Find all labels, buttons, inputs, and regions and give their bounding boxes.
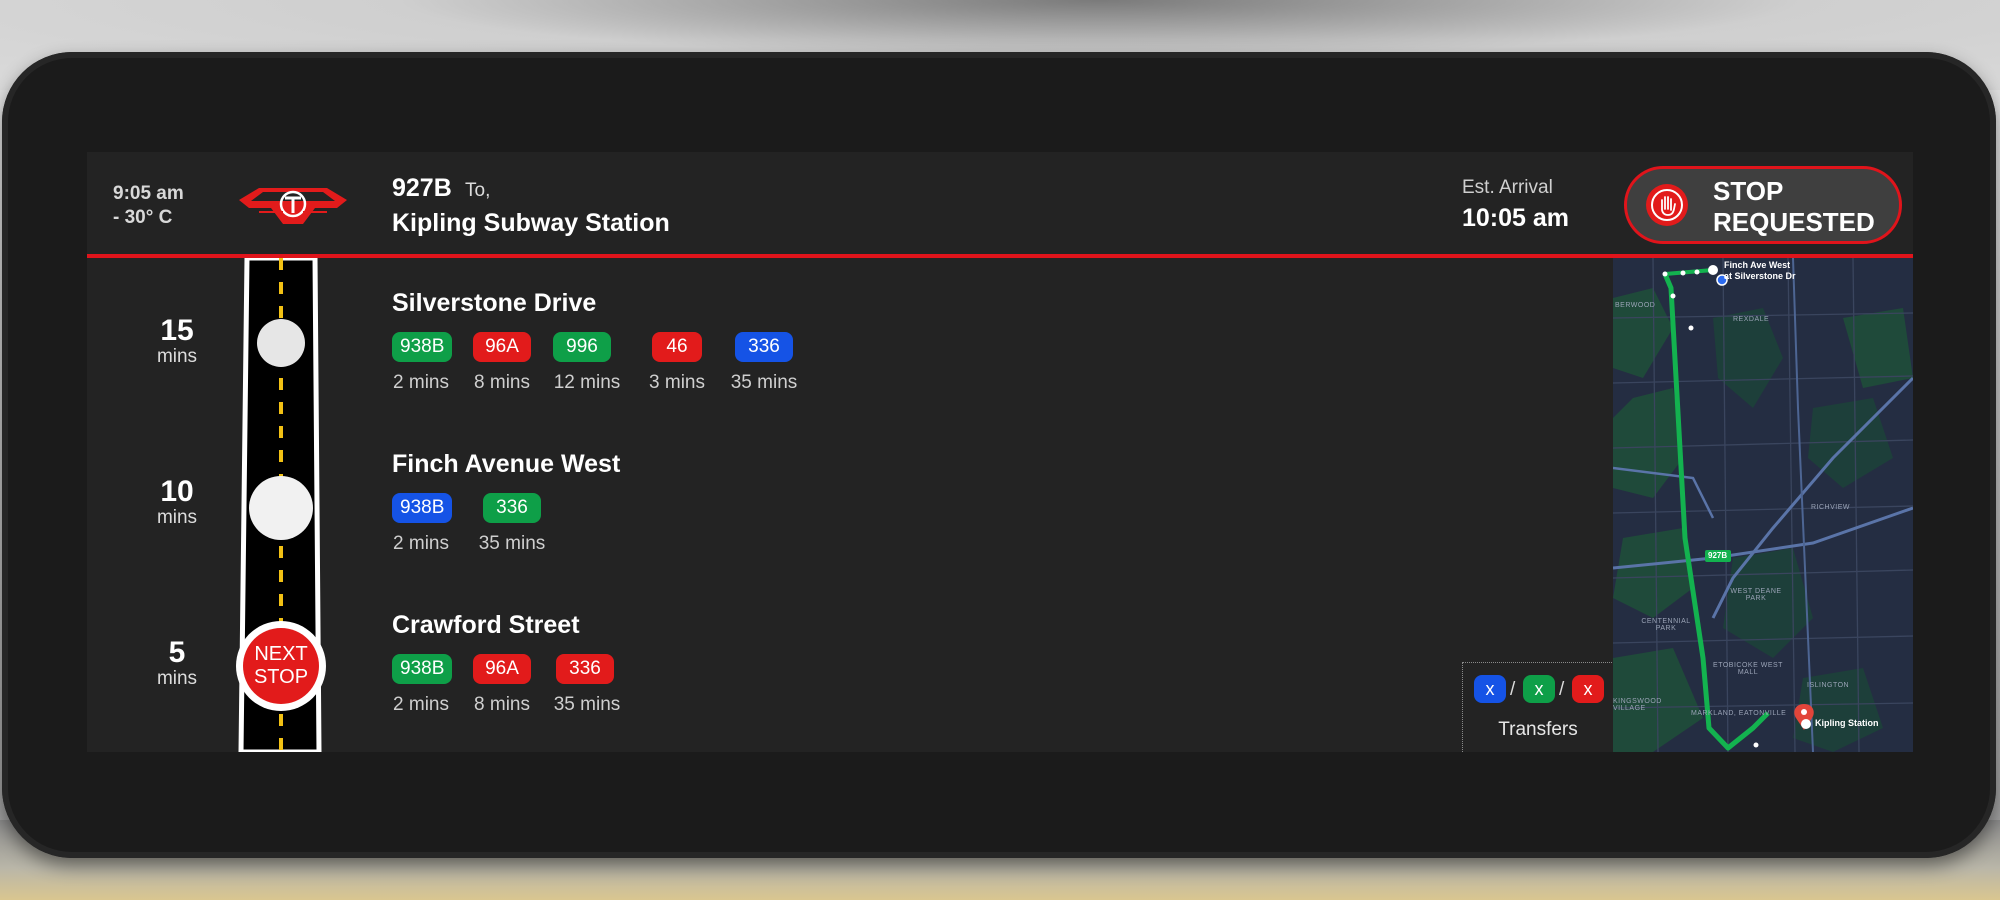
route-badge: 938B — [392, 332, 453, 362]
route-wait-time: 2 mins — [393, 533, 449, 554]
minutes-to-stop-1: 15 mins — [117, 315, 237, 367]
map-area-label: REXDALE — [1733, 316, 1770, 323]
hand-stop-icon — [1646, 184, 1688, 226]
route-badge: 96A — [473, 332, 531, 362]
route-wait-time: 35 mins — [553, 694, 621, 715]
minutes-unit: mins — [156, 668, 198, 689]
stop-marker-2 — [249, 476, 313, 540]
eta-time: 10:05 am — [1462, 204, 1570, 232]
map-area-label: CENTENNIAL PARK — [1641, 618, 1691, 632]
route-badge: 336 — [483, 493, 541, 523]
route-wait-time: 35 mins — [730, 372, 798, 393]
stop-label-line2: REQUESTED — [1713, 207, 1875, 237]
map-area-label: BERWOOD — [1615, 302, 1656, 309]
map-start-label-2: at Silverstone Dr — [1724, 271, 1796, 281]
ttc-logo-icon — [239, 188, 347, 224]
transfer-separator: / — [1559, 679, 1565, 700]
next-stop-label-2: STOP — [254, 666, 308, 688]
transfer-chip-green: x — [1523, 675, 1555, 703]
route-timeline-road: NEXT STOP — [236, 258, 326, 752]
route-to-label: To, — [465, 180, 491, 201]
map-end-label: Kipling Station — [1815, 718, 1879, 728]
stop-requested-button[interactable]: STOP REQUESTED — [1624, 166, 1902, 244]
stop-label-line1: STOP — [1713, 176, 1784, 206]
minutes-unit: mins — [156, 346, 198, 367]
route-badge: 46 — [652, 332, 702, 362]
transfer-chip-red: x — [1572, 675, 1604, 703]
stop-name-2: Finch Avenue West — [392, 450, 621, 478]
transfer-chip-blue: x — [1474, 675, 1506, 703]
map-area-label: KINGSWOOD VILLAGE — [1613, 698, 1662, 712]
route-badge: 938B — [392, 493, 453, 523]
route-wait-time: 3 mins — [649, 372, 705, 393]
minutes-value: 15 — [160, 314, 194, 347]
route-badge: 96A — [473, 654, 531, 684]
minutes-unit: mins — [156, 507, 198, 528]
route-badge: 996 — [553, 332, 611, 362]
map-area-label: ISLINGTON — [1807, 682, 1850, 689]
stop-name-3: Crawford Street — [392, 611, 580, 639]
map-graphic — [1613, 258, 1913, 752]
route-badge: 336 — [556, 654, 614, 684]
route-badge: 938B — [392, 654, 453, 684]
current-time: 9:05 am — [113, 183, 184, 204]
route-wait-time: 35 mins — [478, 533, 546, 554]
stop-marker-1 — [257, 319, 305, 367]
header-bar: 9:05 am - 30° C 927B To, Kipling Subway … — [87, 152, 1913, 254]
destination: Kipling Subway Station — [392, 209, 670, 237]
stop-name-1: Silverstone Drive — [392, 289, 597, 317]
transit-display-screen: 9:05 am - 30° C 927B To, Kipling Subway … — [87, 152, 1913, 752]
route-number: 927B — [392, 174, 452, 202]
map-area-label: RICHVIEW — [1811, 504, 1850, 511]
map-area-label: WEST DEANE PARK — [1730, 588, 1782, 602]
time-temperature: 9:05 am - 30° C — [113, 182, 184, 230]
map-area-label: ETOBICOKE WEST MALL — [1713, 662, 1783, 676]
transfers-legend: x / x / x Transfers — [1462, 662, 1612, 752]
route-wait-time: 12 mins — [553, 372, 621, 393]
minutes-to-stop-2: 10 mins — [117, 476, 237, 528]
minutes-value: 10 — [160, 475, 194, 508]
route-badge: 336 — [735, 332, 793, 362]
next-stop-label-1: NEXT — [254, 643, 307, 665]
map-route-badge: 927B — [1708, 551, 1728, 560]
transfer-separator: / — [1510, 679, 1516, 700]
map-start-label-1: Finch Ave West — [1724, 260, 1791, 270]
minutes-to-stop-3: 5 mins — [117, 637, 237, 689]
route-map[interactable]: Finch Ave West at Silverstone Dr Kipling… — [1613, 258, 1913, 752]
temperature: - 30° C — [113, 207, 173, 228]
map-area-label: MARKLAND, EATONVILLE — [1691, 710, 1787, 717]
stop-requested-label: STOP REQUESTED — [1713, 176, 1875, 238]
minutes-value: 5 — [168, 636, 186, 669]
transfers-label: Transfers — [1498, 719, 1578, 740]
eta-label: Est. Arrival — [1462, 177, 1553, 198]
